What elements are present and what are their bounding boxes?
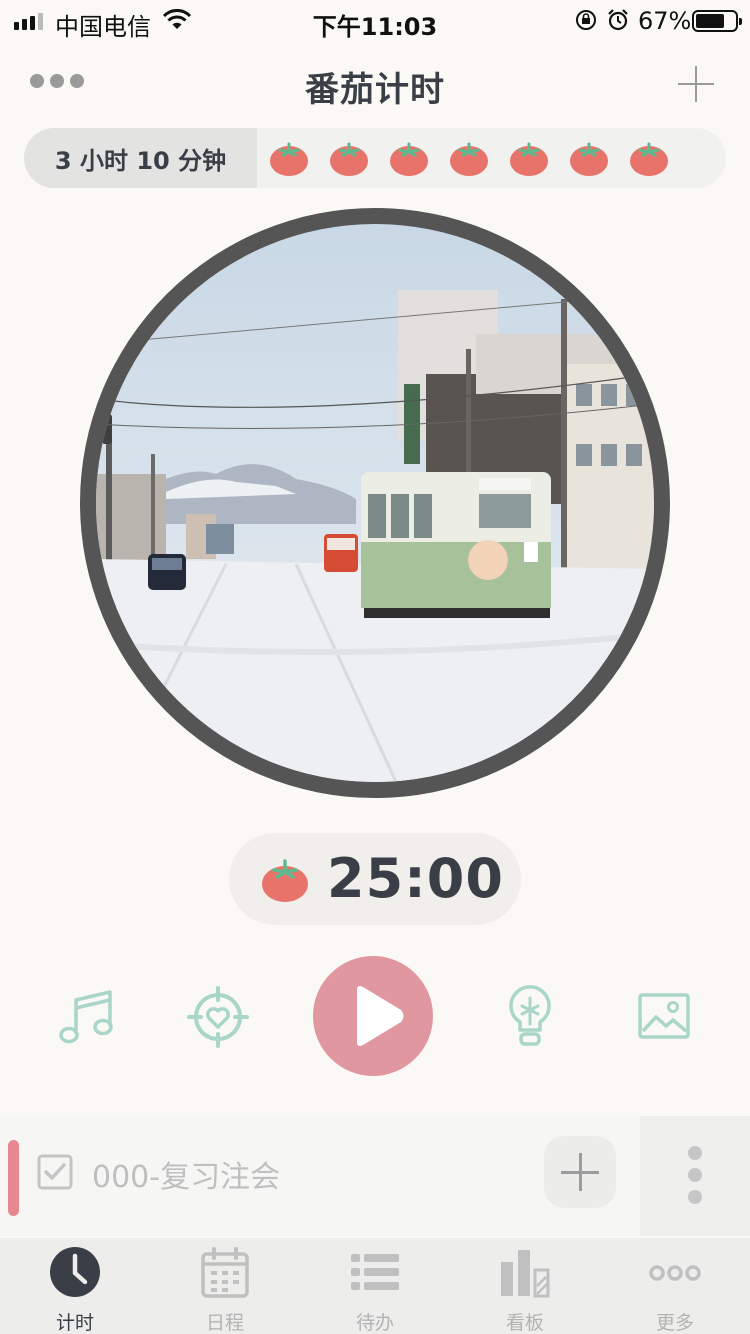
image-icon[interactable] — [638, 993, 690, 1039]
tab-label: 更多 — [655, 1312, 694, 1334]
more-dots-icon — [649, 1265, 701, 1281]
battery-percent: 67% — [638, 7, 692, 35]
play-button[interactable] — [313, 956, 433, 1076]
tomato-icon — [262, 859, 308, 902]
music-note-icon[interactable] — [58, 986, 116, 1046]
total-focus-time: 3 小时 10 分钟 — [24, 128, 257, 188]
timer-value: 25:00 — [327, 847, 504, 910]
current-task-row[interactable]: 000-复习注会 — [0, 1116, 640, 1236]
tomato-icon — [570, 142, 608, 176]
orientation-lock-icon — [576, 10, 596, 30]
add-task-button[interactable] — [544, 1136, 616, 1208]
task-label: 000-复习注会 — [92, 1160, 281, 1195]
tab-timer[interactable]: 计时 — [0, 1238, 150, 1334]
tomato-icon — [390, 142, 428, 176]
status-bar: 中国电信 下午11:03 67% — [0, 0, 750, 41]
clock-icon — [50, 1247, 100, 1297]
tomato-icon — [450, 142, 488, 176]
task-color-marker — [8, 1140, 19, 1216]
play-icon — [357, 986, 404, 1046]
tab-label: 看板 — [505, 1312, 544, 1334]
calendar-icon — [201, 1247, 249, 1298]
tomato-icon — [270, 142, 308, 176]
checkbox-icon[interactable] — [37, 1154, 73, 1190]
tab-label: 日程 — [205, 1312, 244, 1334]
lightbulb-icon[interactable] — [506, 984, 554, 1048]
tab-label: 计时 — [55, 1312, 94, 1334]
tab-todo[interactable]: 待办 — [300, 1238, 450, 1334]
tab-board[interactable]: 看板 — [450, 1238, 600, 1334]
navigation-bar: 番茄计时 — [0, 40, 750, 128]
page-title: 番茄计时 — [305, 70, 445, 110]
tomato-icon — [330, 142, 368, 176]
add-icon[interactable] — [676, 64, 716, 104]
tomato-icon — [630, 142, 668, 176]
focus-target-icon[interactable] — [187, 986, 249, 1048]
tab-more[interactable]: 更多 — [600, 1238, 750, 1334]
alarm-icon — [608, 9, 628, 31]
tab-label: 待办 — [355, 1312, 394, 1334]
daily-summary-bar: 3 小时 10 分钟 — [24, 128, 726, 188]
tab-schedule[interactable]: 日程 — [150, 1238, 300, 1334]
cover-photo[interactable] — [96, 224, 654, 782]
timer-display[interactable]: 25:00 — [229, 833, 521, 925]
list-icon — [351, 1254, 399, 1290]
tomato-icon — [510, 142, 548, 176]
tomato-count-list — [269, 138, 669, 178]
board-icon — [501, 1250, 550, 1298]
task-more-button[interactable] — [640, 1116, 750, 1236]
tab-bar: 计时 日程 待办 看板 更多 — [0, 1238, 750, 1334]
battery-icon — [692, 10, 742, 32]
